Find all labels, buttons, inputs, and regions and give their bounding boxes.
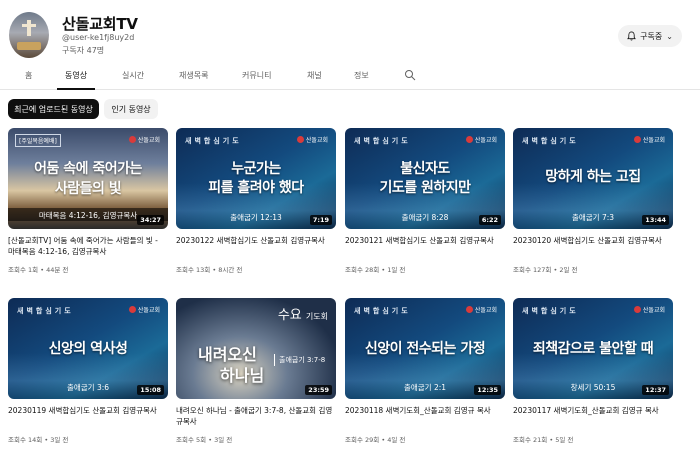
thumb-title-line1: 신앙이 전수되는 가정 <box>364 341 486 357</box>
duration-badge: 7:19 <box>309 215 332 225</box>
duration-badge: 13:44 <box>642 215 669 225</box>
video-meta: 조회수 5회 • 3일 전 <box>176 436 233 444</box>
chip-popular[interactable]: 인기 동영상 <box>104 99 158 119</box>
cross-icon <box>22 20 36 36</box>
video-thumbnail[interactable]: 새벽합심기도 산돌교회 신앙의 역사성 출애굽기 3:6 15:08 <box>8 298 168 399</box>
video-title[interactable]: 20230117 새벽기도회_산돌교회 김영규 목사 <box>513 405 671 416</box>
logo-icon <box>465 136 473 143</box>
video-title[interactable]: 20230122 새벽합심기도 산돌교회 김영규목사 <box>176 235 334 246</box>
chip-recent-uploads[interactable]: 최근에 업로드된 동영상 <box>8 99 99 119</box>
video-thumbnail[interactable]: 새벽합심기도 산돌교회 누군가는 피를 흘려야 했다 출애굽기 12:13 7:… <box>176 128 336 229</box>
bell-icon <box>627 31 636 41</box>
altar-shape <box>17 42 41 50</box>
logo-icon <box>633 306 641 313</box>
church-logo: 산돌교회 <box>633 305 665 314</box>
chevron-down-icon: ⌄ <box>666 31 673 41</box>
church-logo: 산돌교회 <box>128 135 160 144</box>
church-logo: 산돌교회 <box>633 135 665 144</box>
logo-icon <box>128 306 136 313</box>
thumb-header: 새벽합심기도 <box>17 307 74 315</box>
channel-header: 산돌교회TV @user-ke1fj8uy2d 구독자 47명 구독중 ⌄ <box>0 0 700 64</box>
thumb-title-line1: 어둠 속에 죽어가는 <box>34 161 142 177</box>
thumb-divider <box>274 354 275 366</box>
video-meta: 조회수 14회 • 3일 전 <box>8 436 69 444</box>
tab-videos[interactable]: 동영상 <box>65 70 87 81</box>
video-title[interactable]: [산돌교회TV] 어둠 속에 죽어가는 사람들의 빛 - 마태복음 4:12-1… <box>8 235 166 257</box>
thumb-header: 새벽합심기도 <box>354 137 411 145</box>
thumb-title-line2: 기도를 원하지만 <box>379 180 471 196</box>
thumb-header: 새벽합심기도 <box>522 307 579 315</box>
video-title[interactable]: 20230118 새벽기도회_산돌교회 김영규 목사 <box>345 405 503 416</box>
subscribe-button[interactable]: 구독중 ⌄ <box>618 25 682 47</box>
video-thumbnail[interactable]: [주일복음예배] 산돌교회 어둠 속에 죽어가는 사람들의 빛 마태복음 4:1… <box>8 128 168 229</box>
thumb-header: 새벽합심기도 <box>522 137 579 145</box>
tab-home[interactable]: 홈 <box>25 70 32 81</box>
duration-badge: 12:37 <box>642 385 669 395</box>
video-thumbnail[interactable]: 새벽합심기도 산돌교회 불신자도 기도를 원하지만 출애굽기 8:28 6:22 <box>345 128 505 229</box>
channel-name: 산돌교회TV <box>62 15 138 33</box>
channel-handle: @user-ke1fj8uy2d <box>62 33 135 42</box>
video-title[interactable]: 내려오신 하나님 - 출애굽기 3:7-8, 산돌교회 김영규목사 <box>176 405 334 427</box>
video-meta: 조회수 29회 • 4일 전 <box>345 436 406 444</box>
tab-playlists[interactable]: 재생목록 <box>179 70 208 81</box>
tab-about[interactable]: 정보 <box>354 70 369 81</box>
thumb-title-line2: 사람들의 빛 <box>54 181 122 197</box>
thumb-title-line2: 피를 흘려야 했다 <box>208 180 304 196</box>
thumb-service-label: 수요 기도회 <box>277 308 328 323</box>
search-icon[interactable] <box>404 69 416 81</box>
tab-channels[interactable]: 채널 <box>307 70 322 81</box>
channel-tabs: 홈 동영상 실시간 재생목록 커뮤니티 채널 정보 <box>0 66 700 90</box>
thumb-title-line1: 불신자도 <box>400 161 450 177</box>
video-thumbnail[interactable]: 수요 기도회 내려오신 하나님 출애굽기 3:7-8 23:59 <box>176 298 336 399</box>
thumb-title-line1: 죄책감으로 불안할 때 <box>532 341 654 357</box>
thumb-header: 새벽합심기도 <box>185 137 242 145</box>
video-thumbnail[interactable]: 새벽합심기도 산돌교회 죄책감으로 불안할 때 창세기 50:15 12:37 <box>513 298 673 399</box>
video-thumbnail[interactable]: 새벽합심기도 산돌교회 망하게 하는 고집 출애굽기 7:3 13:44 <box>513 128 673 229</box>
channel-avatar[interactable] <box>9 12 49 58</box>
subscriber-count: 구독자 47명 <box>62 46 105 55</box>
church-logo: 산돌교회 <box>465 135 497 144</box>
video-meta: 조회수 1회 • 44분 전 <box>8 266 69 274</box>
video-meta: 조회수 21회 • 5일 전 <box>513 436 574 444</box>
church-logo: 산돌교회 <box>465 305 497 314</box>
duration-badge: 6:22 <box>478 215 501 225</box>
thumb-title-line1: 망하게 하는 고집 <box>545 169 641 185</box>
video-meta: 조회수 13회 • 8시간 전 <box>176 266 243 274</box>
thumb-header: 새벽합심기도 <box>354 307 411 315</box>
logo-icon <box>633 136 641 143</box>
church-logo: 산돌교회 <box>296 135 328 144</box>
active-tab-indicator <box>57 88 95 90</box>
video-thumbnail[interactable]: 새벽합심기도 산돌교회 신앙이 전수되는 가정 출애굽기 2:1 12:35 <box>345 298 505 399</box>
logo-icon <box>465 306 473 313</box>
duration-badge: 23:59 <box>305 385 332 395</box>
tab-community[interactable]: 커뮤니티 <box>242 70 271 81</box>
duration-badge: 12:35 <box>474 385 501 395</box>
video-meta: 조회수 28회 • 1일 전 <box>345 266 406 274</box>
tab-live[interactable]: 실시간 <box>122 70 144 81</box>
subscribe-label: 구독중 <box>640 31 663 41</box>
thumb-title-line1: 누군가는 <box>231 161 281 177</box>
thumb-title-line1: 신앙의 역사성 <box>48 341 128 357</box>
video-meta: 조회수 127회 • 2일 전 <box>513 266 578 274</box>
duration-badge: 34:27 <box>137 215 164 225</box>
logo-icon <box>128 136 136 143</box>
thumb-tag: [주일복음예배] <box>15 134 61 147</box>
thumb-ref: 출애굽기 3:7-8 <box>279 356 326 364</box>
duration-badge: 15:08 <box>137 385 164 395</box>
logo-icon <box>296 136 304 143</box>
thumb-title-line2: 하나님 <box>220 366 265 385</box>
video-title[interactable]: 20230120 새벽합심기도 산돌교회 김영규목사 <box>513 235 671 246</box>
video-title[interactable]: 20230121 새벽합심기도 산돌교회 김영규목사 <box>345 235 503 246</box>
video-title[interactable]: 20230119 새벽합심기도 산돌교회 김영규목사 <box>8 405 166 416</box>
church-logo: 산돌교회 <box>128 305 160 314</box>
